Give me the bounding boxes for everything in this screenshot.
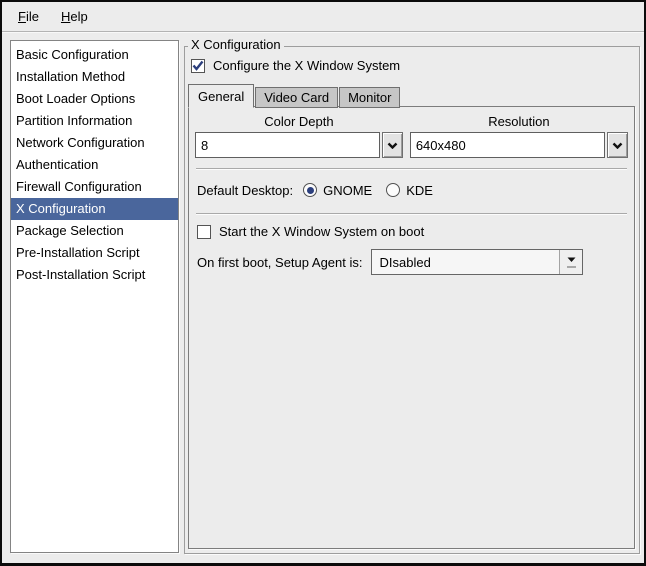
configure-x-row: Configure the X Window System [191,58,400,73]
depth-resolution-row: Color Depth 8 Resolution [195,112,628,158]
separator [196,168,627,170]
general-tab-page: Color Depth 8 Resolution [188,106,635,549]
sidebar-item-firewall-configuration[interactable]: Firewall Configuration [11,176,178,198]
option-menu-indicator [559,250,582,274]
menu-help-label: elp [70,9,87,24]
kickstart-configurator-window: File Help Basic Configuration Installati… [0,0,646,566]
menu-file[interactable]: File [7,6,50,27]
tab-general[interactable]: General [188,84,254,108]
chevron-down-icon [387,142,398,149]
x-configuration-frame: X Configuration Configure the X Window S… [184,46,640,554]
radio-selected-dot-icon [307,187,314,194]
kde-radio[interactable] [386,183,400,197]
start-x-checkbox[interactable] [197,225,211,239]
kde-radio-option[interactable]: KDE [386,183,433,198]
x-config-notebook: General Video Card Monitor Color Depth 8 [188,81,635,549]
resolution-label: Resolution [410,114,628,129]
menu-bar: File Help [2,2,644,32]
frame-title: X Configuration [188,37,284,52]
menu-help[interactable]: Help [50,6,99,27]
check-icon [192,60,204,71]
setup-agent-dropdown[interactable]: DIsabled [371,249,583,275]
resolution-value[interactable]: 640x480 [410,132,605,158]
gnome-radio-option[interactable]: GNOME [303,183,372,198]
gnome-radio[interactable] [303,183,317,197]
gnome-radio-label: GNOME [323,183,372,198]
menu-file-label: ile [26,9,39,24]
tab-strip: General Video Card Monitor [188,81,635,107]
color-depth-dropdown-button[interactable] [382,132,403,158]
color-depth-group: Color Depth 8 [195,112,403,158]
separator [196,213,627,215]
resolution-dropdown-button[interactable] [607,132,628,158]
sidebar-item-network-configuration[interactable]: Network Configuration [11,132,178,154]
setup-agent-label: On first boot, Setup Agent is: [197,255,362,270]
configure-x-label: Configure the X Window System [213,58,400,73]
menu-file-accel: F [18,9,26,24]
start-x-label: Start the X Window System on boot [219,224,424,239]
sidebar-item-installation-method[interactable]: Installation Method [11,66,178,88]
sidebar-item-pre-installation-script[interactable]: Pre-Installation Script [11,242,178,264]
resolution-combo: 640x480 [410,132,628,158]
kde-radio-label: KDE [406,183,433,198]
tab-video-card[interactable]: Video Card [255,87,338,108]
arrow-down-icon [567,257,576,263]
configure-x-checkbox[interactable] [191,59,205,73]
sidebar-item-authentication[interactable]: Authentication [11,154,178,176]
sidebar-item-x-configuration[interactable]: X Configuration [11,198,178,220]
sidebar-item-package-selection[interactable]: Package Selection [11,220,178,242]
default-desktop-row: Default Desktop: GNOME KDE [195,177,628,203]
sidebar-item-basic-configuration[interactable]: Basic Configuration [11,44,178,66]
setup-agent-row: On first boot, Setup Agent is: DIsabled [195,249,628,275]
color-depth-label: Color Depth [195,114,403,129]
menu-help-accel: H [61,9,70,24]
sidebar-item-post-installation-script[interactable]: Post-Installation Script [11,264,178,286]
setup-agent-value: DIsabled [372,250,559,274]
start-x-row: Start the X Window System on boot [195,224,628,239]
tab-monitor[interactable]: Monitor [339,87,400,108]
color-depth-value[interactable]: 8 [195,132,380,158]
color-depth-combo: 8 [195,132,403,158]
resolution-group: Resolution 640x480 [410,112,628,158]
option-menu-dash-icon [567,266,576,268]
chevron-down-icon [612,142,623,149]
sidebar-item-boot-loader-options[interactable]: Boot Loader Options [11,88,178,110]
default-desktop-label: Default Desktop: [197,183,293,198]
sidebar-item-partition-information[interactable]: Partition Information [11,110,178,132]
section-list: Basic Configuration Installation Method … [10,40,179,553]
